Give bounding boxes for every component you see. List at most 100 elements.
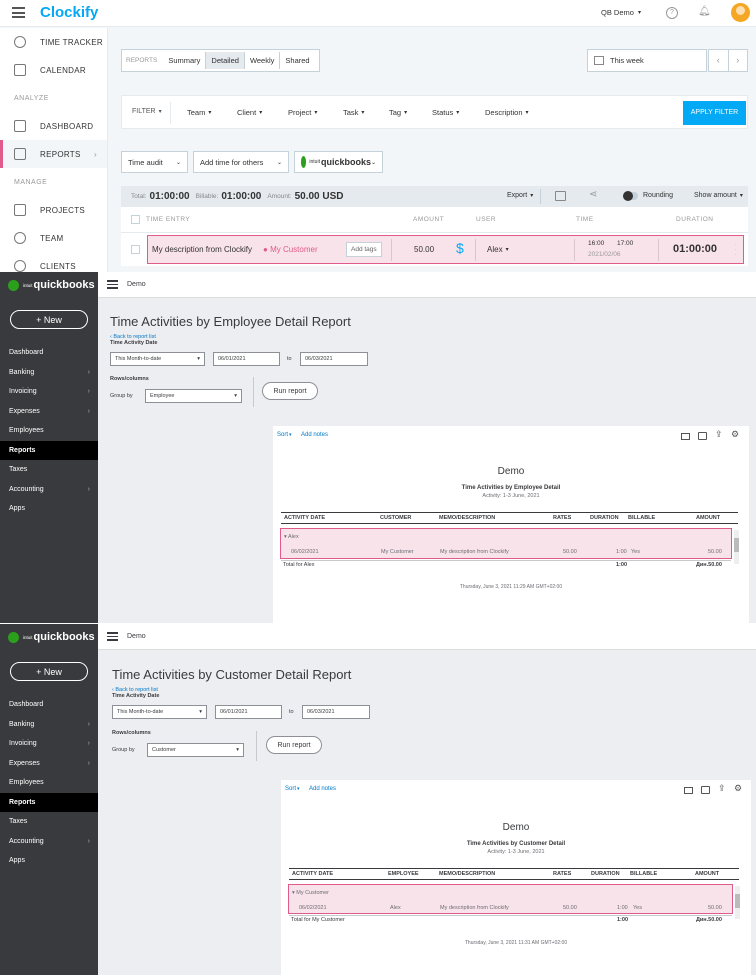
sidebar-item-dashboard[interactable]: DASHBOARD	[0, 112, 107, 140]
share-icon[interactable]: ⋖	[589, 189, 597, 200]
more-options-icon[interactable]: · · ·	[734, 241, 737, 259]
row-checkbox[interactable]	[131, 245, 140, 254]
col-time-entry[interactable]: TIME ENTRY	[146, 216, 190, 223]
col-rates[interactable]: RATES	[553, 871, 571, 877]
nav-apps[interactable]: Apps	[0, 851, 98, 871]
nav-banking[interactable]: Banking ›	[0, 363, 98, 383]
help-icon[interactable]: ?	[666, 7, 678, 19]
bell-icon[interactable]: 🔔︎	[698, 6, 711, 17]
next-week-button[interactable]: ›	[729, 50, 748, 71]
hamburger-menu-icon[interactable]	[107, 632, 118, 641]
group-row[interactable]: ▾ My Customer	[292, 890, 329, 896]
nav-employees[interactable]: Employees	[0, 773, 98, 793]
prev-week-button[interactable]: ‹	[709, 50, 729, 71]
gear-icon[interactable]: ⚙	[734, 783, 742, 794]
nav-dashboard[interactable]: Dashboard	[0, 695, 98, 715]
gear-icon[interactable]: ⚙	[731, 429, 739, 440]
col-amount[interactable]: AMOUNT	[695, 871, 719, 877]
apply-filter-button[interactable]: APPLY FILTER	[683, 101, 746, 125]
group-row[interactable]: ▾ Alex	[284, 534, 299, 540]
run-report-button[interactable]: Run report	[266, 736, 322, 754]
scrollbar[interactable]	[734, 530, 739, 564]
sidebar-item-projects[interactable]: PROJECTS	[0, 196, 107, 224]
nav-employees[interactable]: Employees	[0, 421, 98, 441]
nav-invoicing[interactable]: Invoicing ›	[0, 734, 98, 754]
sort-dropdown[interactable]: Sort ▾	[285, 786, 300, 792]
sidebar-item-reports[interactable]: REPORTS ›	[0, 140, 107, 168]
filter-project[interactable]: Project ▾	[288, 108, 317, 117]
avatar[interactable]	[731, 3, 750, 22]
time-audit-dropdown[interactable]: Time audit ⌄	[121, 151, 188, 173]
export-icon[interactable]: ⇪	[718, 783, 726, 794]
period-select[interactable]: This Month-to-date ▾	[110, 352, 205, 366]
entry-project[interactable]: ● My Customer	[263, 245, 318, 254]
col-amount[interactable]: AMOUNT	[696, 515, 720, 521]
nav-apps[interactable]: Apps	[0, 499, 98, 519]
col-duration[interactable]: DURATION	[591, 871, 620, 877]
email-icon[interactable]	[681, 433, 690, 440]
entry-date[interactable]: 2021/02/06	[588, 251, 621, 258]
col-rates[interactable]: RATES	[553, 515, 571, 521]
nav-invoicing[interactable]: Invoicing ›	[0, 382, 98, 402]
tab-summary[interactable]: Summary	[163, 52, 205, 69]
qb2-logo[interactable]: intuit quickbooks	[0, 624, 98, 650]
col-billable[interactable]: BILLABLE	[628, 515, 655, 521]
add-tags-button[interactable]: Add tags	[346, 242, 382, 257]
workspace-selector[interactable]: QB Demo ▾	[601, 8, 641, 17]
entry-description[interactable]: My description from Clockify	[152, 245, 252, 254]
print-icon[interactable]	[698, 432, 707, 440]
sidebar-item-calendar[interactable]: CALENDAR	[0, 56, 107, 84]
user-selector[interactable]: Alex ▾	[487, 245, 509, 254]
entry-duration[interactable]: 01:00:00	[673, 243, 717, 255]
col-memo[interactable]: MEMO/DESCRIPTION	[439, 871, 495, 877]
entry-end-time[interactable]: 17:00	[617, 240, 633, 247]
run-report-button[interactable]: Run report	[262, 382, 318, 400]
quickbooks-dropdown[interactable]: intuit quickbooks ⌄	[294, 151, 383, 173]
col-employee[interactable]: EMPLOYEE	[388, 871, 419, 877]
nav-accounting[interactable]: Accounting ›	[0, 832, 98, 852]
nav-reports[interactable]: Reports	[0, 440, 98, 460]
scrollbar[interactable]	[735, 886, 740, 919]
export-dropdown[interactable]: Export ▾	[507, 192, 533, 199]
sidebar-item-clients[interactable]: CLIENTS	[0, 252, 107, 272]
col-activity-date[interactable]: ACTIVITY DATE	[284, 515, 325, 521]
date-from-input[interactable]: 06/01/2021	[215, 705, 282, 719]
tab-shared[interactable]: Shared	[279, 52, 314, 69]
add-notes-link[interactable]: Add notes	[301, 432, 328, 438]
nav-expenses[interactable]: Expenses ›	[0, 754, 98, 774]
col-memo[interactable]: MEMO/DESCRIPTION	[439, 515, 495, 521]
col-user[interactable]: USER	[476, 216, 496, 223]
add-notes-link[interactable]: Add notes	[309, 786, 336, 792]
filter-description[interactable]: Description ▾	[485, 108, 529, 117]
col-billable[interactable]: BILLABLE	[630, 871, 657, 877]
period-select[interactable]: This Month-to-date ▾	[112, 705, 207, 719]
filter-team[interactable]: Team ▾	[187, 108, 211, 117]
col-duration[interactable]: DURATION	[590, 515, 619, 521]
print-icon[interactable]	[701, 786, 710, 794]
add-time-others-dropdown[interactable]: Add time for others ⌄	[193, 151, 289, 173]
entry-start-time[interactable]: 16:00	[588, 240, 604, 247]
filter-client[interactable]: Client ▾	[237, 108, 262, 117]
date-range-picker[interactable]: This week	[587, 49, 707, 72]
col-duration[interactable]: DURATION	[676, 216, 713, 223]
date-from-input[interactable]: 06/01/2021	[213, 352, 280, 366]
qb1-logo[interactable]: intuit quickbooks	[0, 272, 98, 298]
col-activity-date[interactable]: ACTIVITY DATE	[292, 871, 333, 877]
filter-task[interactable]: Task ▾	[343, 108, 364, 117]
hamburger-menu-icon[interactable]	[12, 7, 25, 18]
email-icon[interactable]	[684, 787, 693, 794]
nav-reports[interactable]: Reports	[0, 792, 98, 812]
group-by-select[interactable]: Customer ▾	[147, 743, 244, 757]
nav-dashboard[interactable]: Dashboard	[0, 343, 98, 363]
date-to-input[interactable]: 06/03/2021	[302, 705, 370, 719]
col-customer[interactable]: CUSTOMER	[380, 515, 411, 521]
tab-detailed[interactable]: Detailed	[205, 52, 245, 69]
nav-taxes[interactable]: Taxes	[0, 812, 98, 832]
col-time[interactable]: TIME	[576, 216, 594, 223]
date-to-input[interactable]: 06/03/2021	[300, 352, 368, 366]
clockify-logo[interactable]: Clockify	[40, 4, 98, 21]
nav-expenses[interactable]: Expenses ›	[0, 402, 98, 422]
sidebar-item-time-tracker[interactable]: TIME TRACKER	[0, 28, 107, 56]
sidebar-item-team[interactable]: TEAM	[0, 224, 107, 252]
rounding-toggle[interactable]	[623, 191, 638, 201]
